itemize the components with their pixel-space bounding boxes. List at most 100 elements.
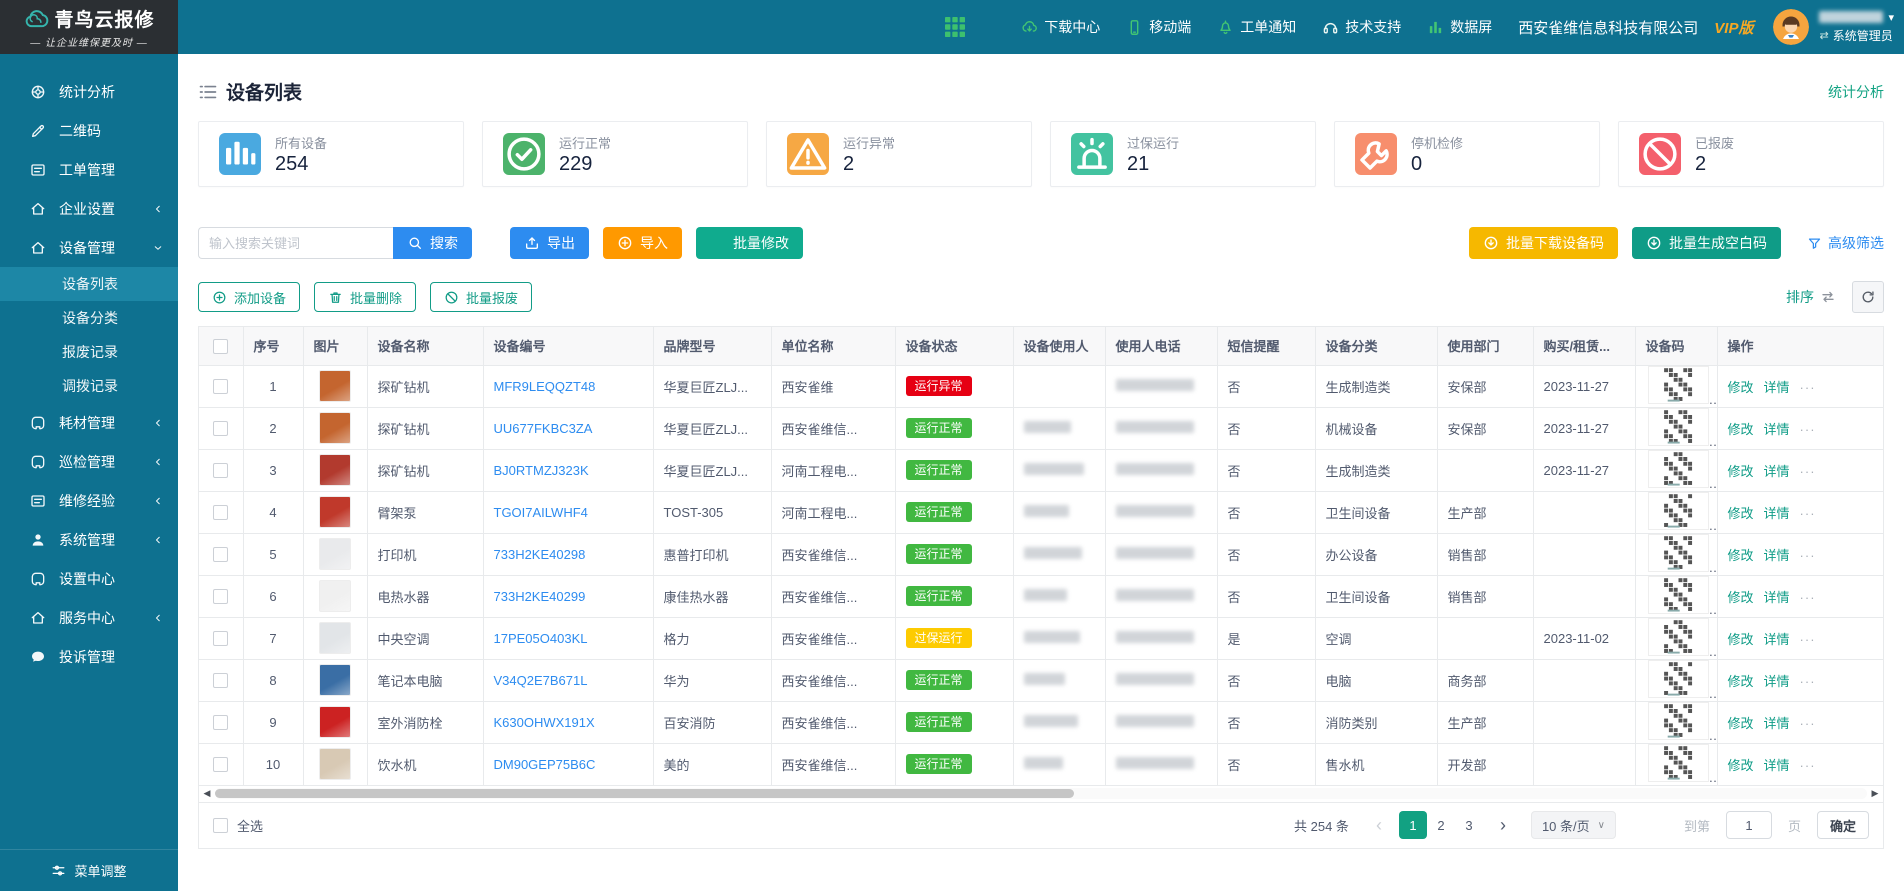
device-qr-code[interactable]: [1648, 560, 1709, 575]
device-qr-code[interactable]: [1648, 434, 1709, 449]
device-code-link[interactable]: TGOI7AILWHF4: [494, 505, 588, 520]
scroll-right-icon[interactable]: ▶: [1869, 788, 1881, 799]
nav-bell[interactable]: 工单通知: [1217, 17, 1296, 37]
batch-download-codes-button[interactable]: 批量下载设备码: [1469, 227, 1618, 259]
batch-scrap-button[interactable]: 批量报废: [430, 282, 532, 312]
row-checkbox[interactable]: [213, 421, 228, 436]
row-checkbox[interactable]: [213, 379, 228, 394]
refresh-button[interactable]: [1852, 281, 1884, 313]
select-all[interactable]: 全选: [213, 816, 263, 835]
import-button[interactable]: 导入: [603, 227, 682, 259]
detail-link[interactable]: 详情: [1764, 716, 1790, 731]
sidebar-subitem-设备分类[interactable]: 设备分类: [0, 301, 178, 335]
detail-link[interactable]: 详情: [1764, 590, 1790, 605]
detail-link[interactable]: 详情: [1764, 506, 1790, 521]
batch-generate-blank-codes-button[interactable]: 批量生成空白码: [1632, 227, 1781, 259]
detail-link[interactable]: 详情: [1764, 674, 1790, 689]
page-button-3[interactable]: 3: [1455, 811, 1483, 839]
detail-link[interactable]: 详情: [1764, 548, 1790, 563]
sidebar-subitem-报废记录[interactable]: 报废记录: [0, 335, 178, 369]
sidebar-item-服务中心[interactable]: 服务中心: [0, 598, 178, 637]
edit-link[interactable]: 修改: [1728, 506, 1754, 521]
device-qr-code[interactable]: [1648, 392, 1709, 407]
goto-confirm-button[interactable]: 确定: [1817, 811, 1869, 839]
more-actions[interactable]: ···: [1800, 674, 1816, 689]
edit-link[interactable]: 修改: [1728, 632, 1754, 647]
row-checkbox[interactable]: [213, 715, 228, 730]
edit-link[interactable]: 修改: [1728, 380, 1754, 395]
more-actions[interactable]: ···: [1800, 632, 1816, 647]
sidebar-item-维修经验[interactable]: 维修经验: [0, 481, 178, 520]
sidebar-item-企业设置[interactable]: 企业设置: [0, 189, 178, 228]
device-qr-code[interactable]: [1648, 770, 1709, 785]
scrollbar-thumb[interactable]: [215, 789, 1074, 798]
row-checkbox[interactable]: [213, 589, 228, 604]
nav-chart[interactable]: 数据屏: [1427, 17, 1492, 37]
edit-link[interactable]: 修改: [1728, 548, 1754, 563]
batch-edit-button[interactable]: 批量修改: [696, 227, 803, 259]
scroll-left-icon[interactable]: ◀: [201, 788, 213, 799]
device-code-link[interactable]: K630OHWX191X: [494, 715, 595, 730]
device-code-link[interactable]: UU677FKBC3ZA: [494, 421, 593, 436]
batch-delete-button[interactable]: 批量删除: [314, 282, 416, 312]
user-menu[interactable]: ▾: [1819, 11, 1894, 24]
select-all-checkbox[interactable]: [213, 818, 228, 833]
detail-link[interactable]: 详情: [1764, 422, 1790, 437]
sidebar-item-耗材管理[interactable]: 耗材管理: [0, 403, 178, 442]
header-checkbox[interactable]: [213, 339, 228, 354]
edit-link[interactable]: 修改: [1728, 716, 1754, 731]
device-qr-code[interactable]: [1648, 644, 1709, 659]
device-code-link[interactable]: 17PE05O403KL: [494, 631, 588, 646]
more-actions[interactable]: ···: [1800, 380, 1816, 395]
sidebar-subitem-设备列表[interactable]: 设备列表: [0, 267, 178, 301]
next-page-icon[interactable]: ›: [1491, 815, 1515, 836]
device-qr-code[interactable]: [1648, 686, 1709, 701]
sidebar-item-二维码[interactable]: 二维码: [0, 111, 178, 150]
device-qr-code[interactable]: [1648, 518, 1709, 533]
avatar[interactable]: [1773, 9, 1809, 45]
brand-logo[interactable]: 青鸟云报修 — 让企业维保更及时 —: [0, 0, 178, 54]
edit-link[interactable]: 修改: [1728, 758, 1754, 773]
sidebar-item-投诉管理[interactable]: 投诉管理: [0, 637, 178, 676]
edit-link[interactable]: 修改: [1728, 422, 1754, 437]
row-checkbox[interactable]: [213, 547, 228, 562]
apps-grid-icon[interactable]: [943, 15, 967, 39]
scrollbar-track[interactable]: [215, 788, 1867, 799]
detail-link[interactable]: 详情: [1764, 758, 1790, 773]
sidebar-item-工单管理[interactable]: 工单管理: [0, 150, 178, 189]
device-qr-code[interactable]: [1648, 476, 1709, 491]
advanced-filter-link[interactable]: 高级筛选: [1807, 233, 1884, 253]
device-qr-code[interactable]: [1648, 728, 1709, 743]
sidebar-item-menu-adjust[interactable]: 菜单调整: [0, 849, 178, 891]
device-code-link[interactable]: MFR9LEQQZT48: [494, 379, 596, 394]
device-code-link[interactable]: V34Q2E7B671L: [494, 673, 588, 688]
row-checkbox[interactable]: [213, 631, 228, 646]
row-checkbox[interactable]: [213, 463, 228, 478]
row-checkbox[interactable]: [213, 757, 228, 772]
page-button-1[interactable]: 1: [1399, 811, 1427, 839]
search-button[interactable]: 搜索: [393, 227, 472, 259]
nav-phone[interactable]: 移动端: [1126, 17, 1191, 37]
device-code-link[interactable]: DM90GEP75B6C: [494, 757, 596, 772]
detail-link[interactable]: 详情: [1764, 380, 1790, 395]
page-button-2[interactable]: 2: [1427, 811, 1455, 839]
more-actions[interactable]: ···: [1800, 422, 1816, 437]
more-actions[interactable]: ···: [1800, 758, 1816, 773]
edit-link[interactable]: 修改: [1728, 464, 1754, 479]
vip-badge[interactable]: VIP版: [1714, 17, 1753, 38]
prev-page-icon[interactable]: ‹: [1367, 815, 1391, 836]
row-checkbox[interactable]: [213, 673, 228, 688]
more-actions[interactable]: ···: [1800, 464, 1816, 479]
add-device-button[interactable]: 添加设备: [198, 282, 300, 312]
device-qr-code[interactable]: [1648, 602, 1709, 617]
device-code-link[interactable]: 733H2KE40298: [494, 547, 586, 562]
edit-link[interactable]: 修改: [1728, 674, 1754, 689]
pager-refresh-icon[interactable]: [1642, 815, 1662, 835]
detail-link[interactable]: 详情: [1764, 632, 1790, 647]
edit-link[interactable]: 修改: [1728, 590, 1754, 605]
more-actions[interactable]: ···: [1800, 590, 1816, 605]
more-actions[interactable]: ···: [1800, 506, 1816, 521]
detail-link[interactable]: 详情: [1764, 464, 1790, 479]
stats-analysis-link[interactable]: 统计分析: [1808, 82, 1884, 102]
device-code-link[interactable]: BJ0RTMZJ323K: [494, 463, 589, 478]
